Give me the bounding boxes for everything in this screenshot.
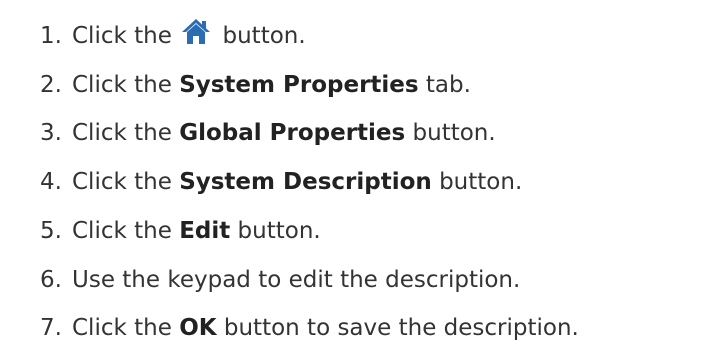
- step-text-after: button.: [215, 23, 306, 49]
- step-text: Use the keypad to edit the description.: [72, 267, 521, 293]
- step-3: 3. Click the Global Properties button.: [0, 111, 496, 155]
- step-text-after: button.: [431, 169, 523, 195]
- step-text: Click the: [72, 169, 180, 195]
- step-number: 6.: [40, 267, 62, 293]
- step-1: 1. Click the button.: [0, 14, 306, 58]
- step-number: 5.: [40, 218, 62, 244]
- step-text-after: tab.: [418, 72, 471, 98]
- ui-term: OK: [179, 315, 217, 341]
- ui-term: Edit: [179, 218, 231, 244]
- step-number: 3.: [40, 120, 62, 146]
- step-text: Click the: [72, 120, 180, 146]
- step-text: Click the: [72, 72, 180, 98]
- step-number: 7.: [40, 315, 62, 341]
- instruction-steps: 1. Click the button. 2. Click the System P…: [0, 0, 721, 353]
- step-6: 6. Use the keypad to edit the description…: [0, 258, 520, 302]
- ui-term: Global Properties: [179, 120, 406, 146]
- step-4: 4. Click the System Description button.: [0, 160, 522, 204]
- step-2: 2. Click the System Properties tab.: [0, 63, 471, 107]
- step-number: 4.: [40, 169, 62, 195]
- step-text: Click the: [72, 315, 180, 341]
- ui-term: System Description: [179, 169, 432, 195]
- step-text: Click the: [72, 23, 180, 49]
- step-text: Click the: [72, 218, 180, 244]
- step-7: 7. Click the OK button to save the descri…: [0, 306, 579, 350]
- home-icon: [181, 18, 211, 45]
- step-text-after: button.: [405, 120, 496, 146]
- step-number: 2.: [40, 72, 62, 98]
- step-5: 5. Click the Edit button.: [0, 209, 321, 253]
- step-text-after: button.: [230, 218, 321, 244]
- step-number: 1.: [40, 23, 62, 49]
- step-text-after: button to save the description.: [216, 315, 579, 341]
- ui-term: System Properties: [179, 72, 419, 98]
